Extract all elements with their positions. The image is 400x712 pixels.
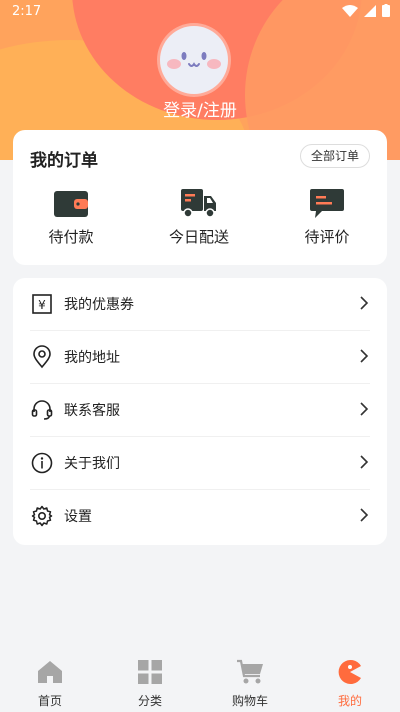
battery-icon — [382, 4, 390, 17]
home-icon — [38, 661, 62, 683]
info-icon — [31, 452, 53, 474]
menu-item-customer-service[interactable]: 联系客服 — [30, 384, 370, 437]
menu-item-label: 设置 — [64, 509, 92, 525]
menu-item-label: 我的地址 — [64, 350, 120, 366]
menu-item-coupons[interactable]: ¥ 我的优惠券 — [30, 278, 370, 331]
comment-icon — [310, 189, 344, 218]
order-today-delivery[interactable]: 今日配送 — [154, 188, 244, 247]
menu-item-about-us[interactable]: 关于我们 — [30, 437, 370, 490]
tab-cart[interactable]: 购物车 — [200, 658, 300, 709]
avatar[interactable] — [160, 26, 228, 94]
login-register-link[interactable]: 登录/注册 — [0, 96, 400, 121]
menu-item-address[interactable]: 我的地址 — [30, 331, 370, 384]
menu-item-label: 关于我们 — [64, 456, 120, 472]
status-time: 2:17 — [12, 4, 42, 19]
status-icons — [342, 4, 390, 17]
tab-label: 我的 — [337, 694, 362, 708]
wifi-icon — [342, 4, 358, 17]
chevron-right-icon — [360, 296, 369, 310]
chevron-right-icon — [360, 455, 369, 469]
category-grid-icon — [138, 660, 162, 684]
svg-text:¥: ¥ — [38, 298, 46, 312]
signal-icon — [364, 4, 376, 17]
location-pin-icon — [33, 345, 51, 369]
menu-item-settings[interactable]: 设置 — [30, 490, 370, 543]
status-bar: 2:17 — [0, 0, 400, 24]
order-item-label: 待评价 — [304, 228, 350, 246]
headset-icon — [31, 400, 53, 420]
menu-card: ¥ 我的优惠券 我的地址 联系客服 关于我们 设置 — [13, 278, 387, 545]
order-pending-review[interactable]: 待评价 — [282, 188, 372, 247]
coupon-icon: ¥ — [32, 294, 52, 314]
tab-category[interactable]: 分类 — [100, 658, 200, 709]
orders-card: 我的订单 全部订单 待付款 今日配送 待评价 — [13, 130, 387, 265]
order-pending-payment[interactable]: 待付款 — [26, 188, 116, 247]
gear-icon — [31, 505, 53, 527]
avatar-face-icon — [167, 52, 221, 69]
chevron-right-icon — [360, 402, 369, 416]
wallet-icon — [54, 191, 88, 217]
chevron-right-icon — [360, 508, 369, 522]
order-item-label: 今日配送 — [168, 228, 229, 246]
tab-label: 分类 — [137, 694, 162, 708]
cart-icon — [237, 659, 263, 684]
tab-mine[interactable]: 我的 — [300, 658, 400, 709]
tab-label: 购物车 — [231, 694, 268, 708]
orders-title: 我的订单 — [30, 151, 98, 171]
order-item-label: 待付款 — [48, 228, 94, 246]
all-orders-button[interactable]: 全部订单 — [299, 144, 370, 168]
delivery-truck-icon — [181, 189, 216, 218]
menu-item-label: 我的优惠券 — [64, 297, 134, 313]
tab-label: 首页 — [37, 694, 62, 708]
tab-home[interactable]: 首页 — [0, 658, 100, 709]
menu-item-label: 联系客服 — [64, 403, 120, 419]
profile-face-icon — [338, 660, 361, 684]
chevron-right-icon — [360, 349, 369, 363]
bottom-tab-bar: 首页 分类 购物车 我的 — [0, 650, 400, 712]
